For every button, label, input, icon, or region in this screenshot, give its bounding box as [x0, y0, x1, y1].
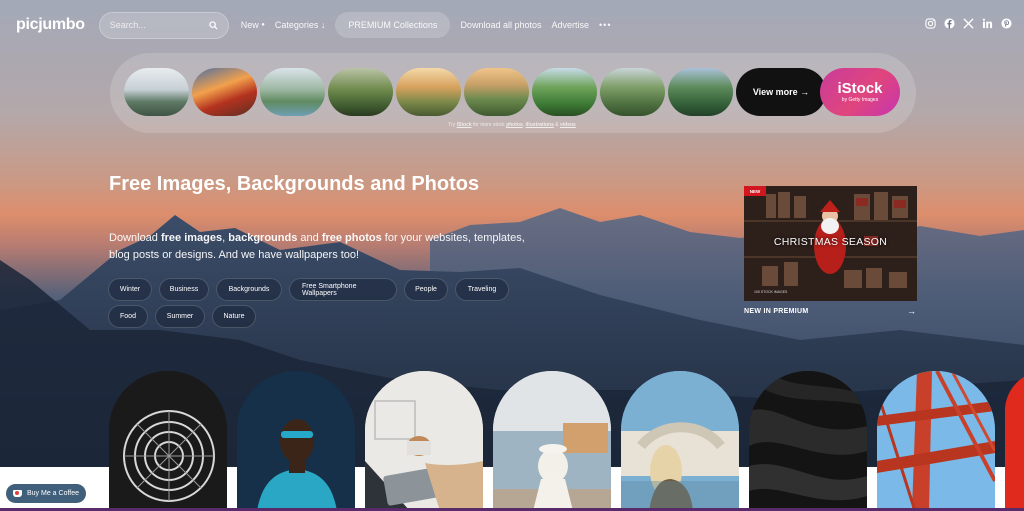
laptop-coffee-image	[365, 371, 483, 511]
coffee-cup-icon	[13, 490, 22, 497]
x-icon[interactable]	[963, 18, 974, 29]
tag-summer[interactable]: Summer	[155, 305, 205, 328]
arrow-right-icon[interactable]: →	[907, 306, 916, 316]
istock-button[interactable]: iStock by Getty Images	[820, 68, 900, 116]
carousel-thumbnail[interactable]	[328, 68, 393, 116]
photos-link[interactable]: photos	[506, 122, 523, 128]
woman-sea-image	[493, 371, 611, 511]
black-texture-image	[749, 371, 867, 511]
illustrations-link[interactable]: illustrations	[526, 122, 554, 128]
photo-card-golden-gate[interactable]	[877, 371, 995, 511]
carousel-thumbnail[interactable]	[600, 68, 665, 116]
featured-photos	[109, 371, 1024, 511]
promo-small-text: 100 STOCK IMAGES	[754, 290, 788, 294]
more-menu-icon[interactable]: •••	[599, 20, 611, 30]
tag-people[interactable]: People	[404, 278, 448, 301]
tag-winter[interactable]: Winter	[108, 278, 152, 301]
social-links	[925, 18, 1012, 29]
new-badge: NEW	[744, 186, 766, 196]
facebook-icon[interactable]	[944, 18, 955, 29]
carousel-thumbnail[interactable]	[124, 68, 189, 116]
buy-me-coffee-label: Buy Me a Coffee	[27, 490, 80, 497]
pinterest-icon[interactable]	[1001, 18, 1012, 29]
photo-card-laptop-coffee[interactable]	[365, 371, 483, 511]
carousel-thumbnail[interactable]	[532, 68, 597, 116]
premium-promo-card[interactable]: NEW CHRISTMAS SEASON 100 STOCK IMAGES	[744, 186, 917, 301]
category-tags: Winter Business Backgrounds Free Smartph…	[108, 278, 528, 328]
photo-card-red-partial[interactable]	[1005, 371, 1024, 511]
page-title: Free Images, Backgrounds and Photos	[109, 173, 480, 195]
top-navbar: picjumbo New ● Categories ↓ PREMIUM Coll…	[0, 0, 1024, 50]
nav-categories[interactable]: Categories ↓	[275, 20, 326, 30]
photo-card-spiral-staircase[interactable]	[109, 371, 227, 511]
carousel-thumbnail[interactable]	[668, 68, 733, 116]
new-in-premium-link[interactable]: NEW IN PREMIUM	[744, 308, 808, 315]
search-box[interactable]	[98, 11, 229, 39]
tag-backgrounds[interactable]: Backgrounds	[216, 278, 282, 301]
istock-logo: iStock	[837, 80, 883, 97]
nav-premium-collections[interactable]: PREMIUM Collections	[335, 12, 451, 38]
tag-traveling[interactable]: Traveling	[455, 278, 509, 301]
hero-description: Download free images, backgrounds and fr…	[109, 232, 525, 261]
carousel-thumbnail[interactable]	[192, 68, 257, 116]
dot-icon: ●	[261, 22, 265, 28]
spiral-staircase-image	[109, 371, 227, 511]
nav-advertise[interactable]: Advertise	[552, 20, 590, 30]
photo-card-woman-sea[interactable]	[493, 371, 611, 511]
linkedin-icon[interactable]	[982, 18, 993, 29]
nav-new[interactable]: New ●	[241, 20, 265, 30]
instagram-icon[interactable]	[925, 18, 936, 29]
istock-link[interactable]: iStock	[457, 122, 472, 128]
carousel-thumbnail[interactable]	[396, 68, 461, 116]
tag-nature[interactable]: Nature	[212, 305, 256, 328]
carousel-thumbnails	[124, 68, 733, 116]
golden-gate-image	[877, 371, 995, 511]
search-icon[interactable]	[209, 20, 218, 30]
photo-card-venice-bridge[interactable]	[621, 371, 739, 511]
photo-card-man-sunglasses[interactable]	[237, 371, 355, 511]
red-photo-image	[1005, 371, 1024, 511]
istock-sub: by Getty Images	[841, 97, 879, 103]
photo-card-black-texture[interactable]	[749, 371, 867, 511]
buy-me-coffee-button[interactable]: Buy Me a Coffee	[6, 484, 86, 503]
nav-download-all[interactable]: Download all photos	[460, 20, 541, 30]
tag-smartphone-wallpapers[interactable]: Free Smartphone Wallpapers	[289, 278, 397, 301]
site-logo[interactable]: picjumbo	[16, 16, 85, 34]
promo-banner-text: CHRISTMAS SEASON	[773, 236, 888, 248]
istock-promo-text: Try iStock for more stock photos, illust…	[448, 122, 576, 128]
carousel-thumbnail[interactable]	[260, 68, 325, 116]
search-input[interactable]	[109, 20, 209, 30]
man-sunglasses-image	[237, 371, 355, 511]
stock-carousel: View more → iStock by Getty Images	[110, 53, 916, 133]
main-nav: New ● Categories ↓ PREMIUM Collections D…	[241, 12, 622, 38]
carousel-thumbnail[interactable]	[464, 68, 529, 116]
venice-bridge-image	[621, 371, 739, 511]
tag-food[interactable]: Food	[108, 305, 148, 328]
tag-business[interactable]: Business	[159, 278, 209, 301]
videos-link[interactable]: videos	[560, 122, 576, 128]
view-more-button[interactable]: View more →	[736, 68, 826, 116]
